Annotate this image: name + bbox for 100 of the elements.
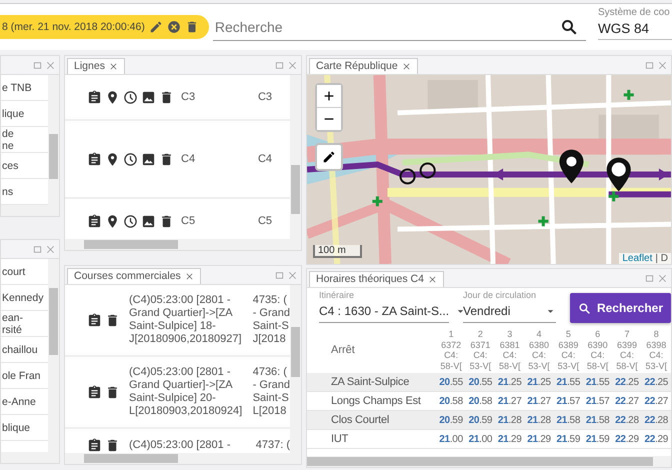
image-icon[interactable]: [141, 152, 156, 166]
close-icon[interactable]: [108, 62, 118, 70]
time-cell: 21.00: [466, 430, 496, 448]
maximize-icon[interactable]: [274, 270, 285, 280]
attribution-text: | D: [655, 253, 668, 264]
column-header: 8 6398 C4: 53-V[: [642, 329, 671, 373]
column-header: 3 6381 C4: 58-V[: [495, 329, 524, 373]
stop-name: ZA Saint-Sulpice: [307, 373, 436, 392]
column-header: Arrêt: [307, 329, 436, 373]
time-cell: 20.55: [466, 373, 496, 392]
line-code: C4: [258, 153, 272, 165]
vertical-scrollbar[interactable]: [290, 75, 301, 239]
time-cell: 21.58: [582, 410, 612, 430]
course-description: (C4)05:23:00 [2801 -: [129, 439, 232, 452]
clock-icon[interactable]: [123, 214, 138, 228]
attribution-link[interactable]: Leaflet: [622, 253, 652, 264]
close-icon[interactable]: [402, 62, 411, 70]
course-id: 4736: ( - Grand Saint-S L[2018: [252, 366, 290, 418]
line-code: C5: [258, 215, 272, 227]
maximize-icon[interactable]: [644, 60, 655, 70]
day-select[interactable]: Jour de circulation Vendredi: [463, 290, 556, 323]
search-icon[interactable]: [560, 18, 578, 36]
time-cell: 20.59: [466, 410, 496, 430]
trash-icon[interactable]: [105, 312, 120, 328]
pin-icon[interactable]: [105, 214, 120, 228]
column-header: 4 6380 C4: 53-V[: [524, 329, 554, 373]
panel-tab[interactable]: Courses commerciales: [67, 268, 201, 284]
time-cell: 21.29: [495, 430, 524, 448]
time-cell: 20.59: [436, 410, 466, 430]
horizontal-scrollbar[interactable]: [307, 456, 671, 467]
maximize-icon[interactable]: [274, 60, 285, 70]
time-cell: 22.29: [612, 430, 642, 448]
line-code: C3: [258, 91, 272, 103]
close-icon[interactable]: [428, 274, 437, 284]
trash-icon[interactable]: [159, 90, 174, 104]
pin-icon[interactable]: [105, 90, 120, 104]
clipboard-icon[interactable]: [87, 214, 102, 228]
time-cell: 21.59: [554, 430, 583, 448]
column-header: 7 6399 C4: 58-V[: [612, 329, 642, 373]
horizontal-scrollbar[interactable]: [1, 452, 59, 463]
vertical-scrollbar[interactable]: [48, 75, 59, 205]
column-header: 5 6389 C4: 53-V[: [554, 329, 583, 373]
clipboard-icon[interactable]: [87, 438, 102, 453]
time-cell: 22.28: [642, 410, 671, 430]
column-header: 2 6371 C4: 53-V[: [466, 329, 496, 373]
course-description: (C4)05:23:00 [2801 - Grand Quartier]->[ZA Saint-Sulpice] 18-J[20180906,20180927]: [129, 294, 243, 346]
pencil-icon: [322, 150, 336, 164]
panel-tab[interactable]: Lignes: [67, 58, 125, 74]
time-cell: 22.28: [612, 410, 642, 430]
scale-bar: 100 m: [313, 245, 362, 258]
time-cell: 21.00: [436, 430, 466, 448]
trash-icon[interactable]: [105, 438, 120, 453]
vertical-scrollbar[interactable]: [48, 259, 59, 452]
line-name: C5: [181, 215, 196, 227]
close-icon[interactable]: [184, 272, 194, 280]
horizontal-scrollbar[interactable]: [65, 453, 301, 464]
search-button[interactable]: Rechercher: [570, 293, 671, 323]
coordinate-system-select[interactable]: Système de coo WGS 84: [598, 6, 672, 40]
clock-icon[interactable]: [123, 152, 138, 166]
clear-icon[interactable]: [166, 20, 181, 34]
clipboard-icon[interactable]: [87, 152, 102, 166]
time-cell: 21.25: [524, 373, 554, 392]
stop-name: Clos Courtel: [307, 410, 436, 430]
line-name: C4: [181, 153, 196, 165]
horizontal-scrollbar[interactable]: [1, 205, 59, 216]
vertical-scrollbar[interactable]: [290, 285, 301, 453]
trash-icon[interactable]: [159, 152, 174, 166]
panel-tab[interactable]: Carte République: [309, 58, 418, 74]
itinerary-select[interactable]: Itinéraire C4 : 1630 - ZA Saint-S...: [319, 290, 449, 323]
clipboard-icon[interactable]: [87, 312, 102, 328]
column-header: 6 6390 C4: 58-V[: [582, 329, 612, 373]
time-cell: 21.28: [524, 410, 554, 430]
time-cell: 21.58: [554, 410, 583, 430]
course-id: 4737: (: [256, 439, 290, 452]
pencil-icon[interactable]: [148, 20, 163, 34]
clipboard-icon[interactable]: [87, 90, 102, 104]
maximize-icon[interactable]: [32, 244, 43, 254]
pin-icon[interactable]: [105, 152, 120, 166]
panel-tab[interactable]: Horaires théoriques C4: [309, 271, 444, 287]
clipboard-icon[interactable]: [87, 384, 102, 400]
image-icon[interactable]: [141, 214, 156, 228]
image-icon[interactable]: [141, 90, 156, 104]
time-cell: 21.55: [582, 373, 612, 392]
trash-icon[interactable]: [159, 214, 174, 228]
time-cell: 21.59: [582, 430, 612, 448]
search-icon: [578, 302, 591, 314]
search-field[interactable]: Recherche: [212, 18, 560, 36]
maximize-icon[interactable]: [644, 272, 655, 284]
horizontal-scrollbar[interactable]: [65, 239, 301, 250]
session-label: 8 (mer. 21 nov. 2018 20:00:46): [2, 21, 145, 33]
trash-icon[interactable]: [105, 384, 120, 400]
maximize-icon[interactable]: [32, 60, 43, 70]
time-cell: 22.25: [642, 373, 671, 392]
clock-icon[interactable]: [123, 90, 138, 104]
draw-button[interactable]: [315, 143, 343, 171]
course-description: (C4)05:23:00 [2801 - Grand Quartier]->[ZA Saint-Sulpice] 20-L[20180903,20180924]: [129, 366, 244, 418]
time-cell: 21.29: [524, 430, 554, 448]
time-cell: 21.28: [495, 410, 524, 430]
column-header: 1 6372 C4: 58-V[: [436, 329, 466, 373]
stop-name: IUT: [307, 430, 436, 448]
